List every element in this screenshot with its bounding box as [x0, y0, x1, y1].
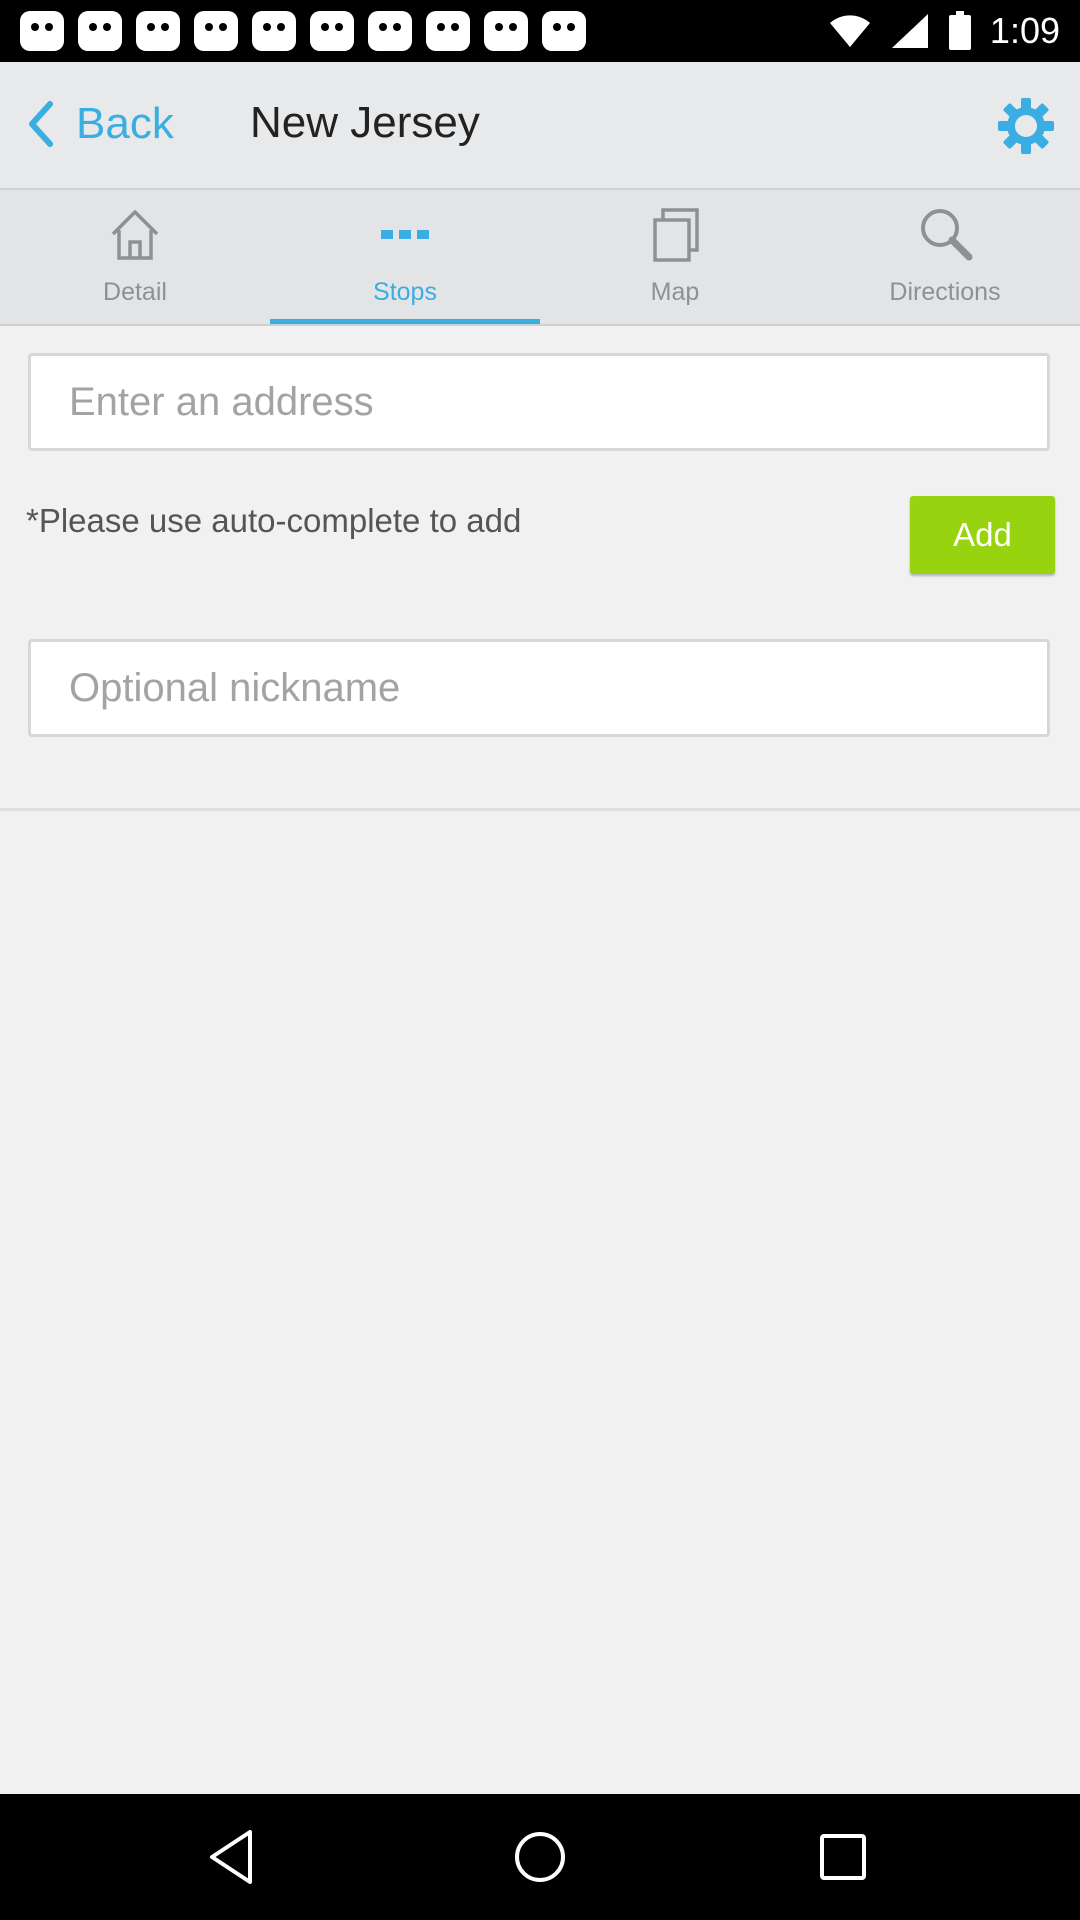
add-button[interactable]: Add: [910, 496, 1055, 574]
nickname-input[interactable]: [28, 639, 1050, 737]
message-notification-icon: [20, 11, 64, 51]
copy-icon: [653, 208, 699, 262]
home-nav-icon[interactable]: [507, 1824, 573, 1890]
app-notification-icon: [426, 11, 470, 51]
tab-bar: Detail Stops Map Directions: [0, 190, 1080, 326]
tab-label: Stops: [373, 278, 437, 306]
app-notification-icon: [310, 11, 354, 51]
tab-label: Detail: [103, 278, 167, 306]
recents-nav-icon[interactable]: [810, 1824, 876, 1890]
chevron-left-icon: [29, 101, 53, 147]
search-icon: [921, 209, 973, 261]
app-notification-icon: [368, 11, 412, 51]
address-input[interactable]: [28, 353, 1050, 451]
tab-label: Directions: [889, 278, 1001, 306]
settings-button[interactable]: [996, 96, 1056, 156]
status-bar: 1:09: [0, 0, 1080, 62]
battery-icon: [948, 11, 971, 50]
app-notification-icon: [78, 11, 122, 51]
wifi-icon: [829, 15, 870, 47]
app-notification-icon: [252, 11, 296, 51]
app-header: Back New Jersey: [0, 62, 1080, 190]
app-notification-icon: [484, 11, 528, 51]
system-nav-bar: [0, 1794, 1080, 1920]
dots-icon: [381, 230, 429, 239]
back-nav-icon[interactable]: [202, 1824, 268, 1890]
back-button[interactable]: Back: [26, 92, 174, 156]
tab-stops[interactable]: Stops: [270, 190, 540, 324]
tab-detail[interactable]: Detail: [0, 190, 270, 324]
tab-directions[interactable]: Directions: [810, 190, 1080, 324]
notification-icons: [20, 10, 586, 52]
home-icon: [111, 210, 159, 260]
app-notification-icon: [136, 11, 180, 51]
status-time: 1:09: [989, 10, 1060, 51]
app-notification-icon: [194, 11, 238, 51]
gear-icon: [998, 98, 1054, 154]
autocomplete-hint: *Please use auto-complete to add: [26, 502, 522, 539]
tab-map[interactable]: Map: [540, 190, 810, 324]
signal-icon: [891, 14, 928, 48]
page-title: New Jersey: [250, 98, 480, 147]
app-notification-icon: [542, 11, 586, 51]
divider: [0, 808, 1080, 811]
tab-label: Map: [650, 278, 700, 306]
back-label: Back: [76, 99, 174, 148]
